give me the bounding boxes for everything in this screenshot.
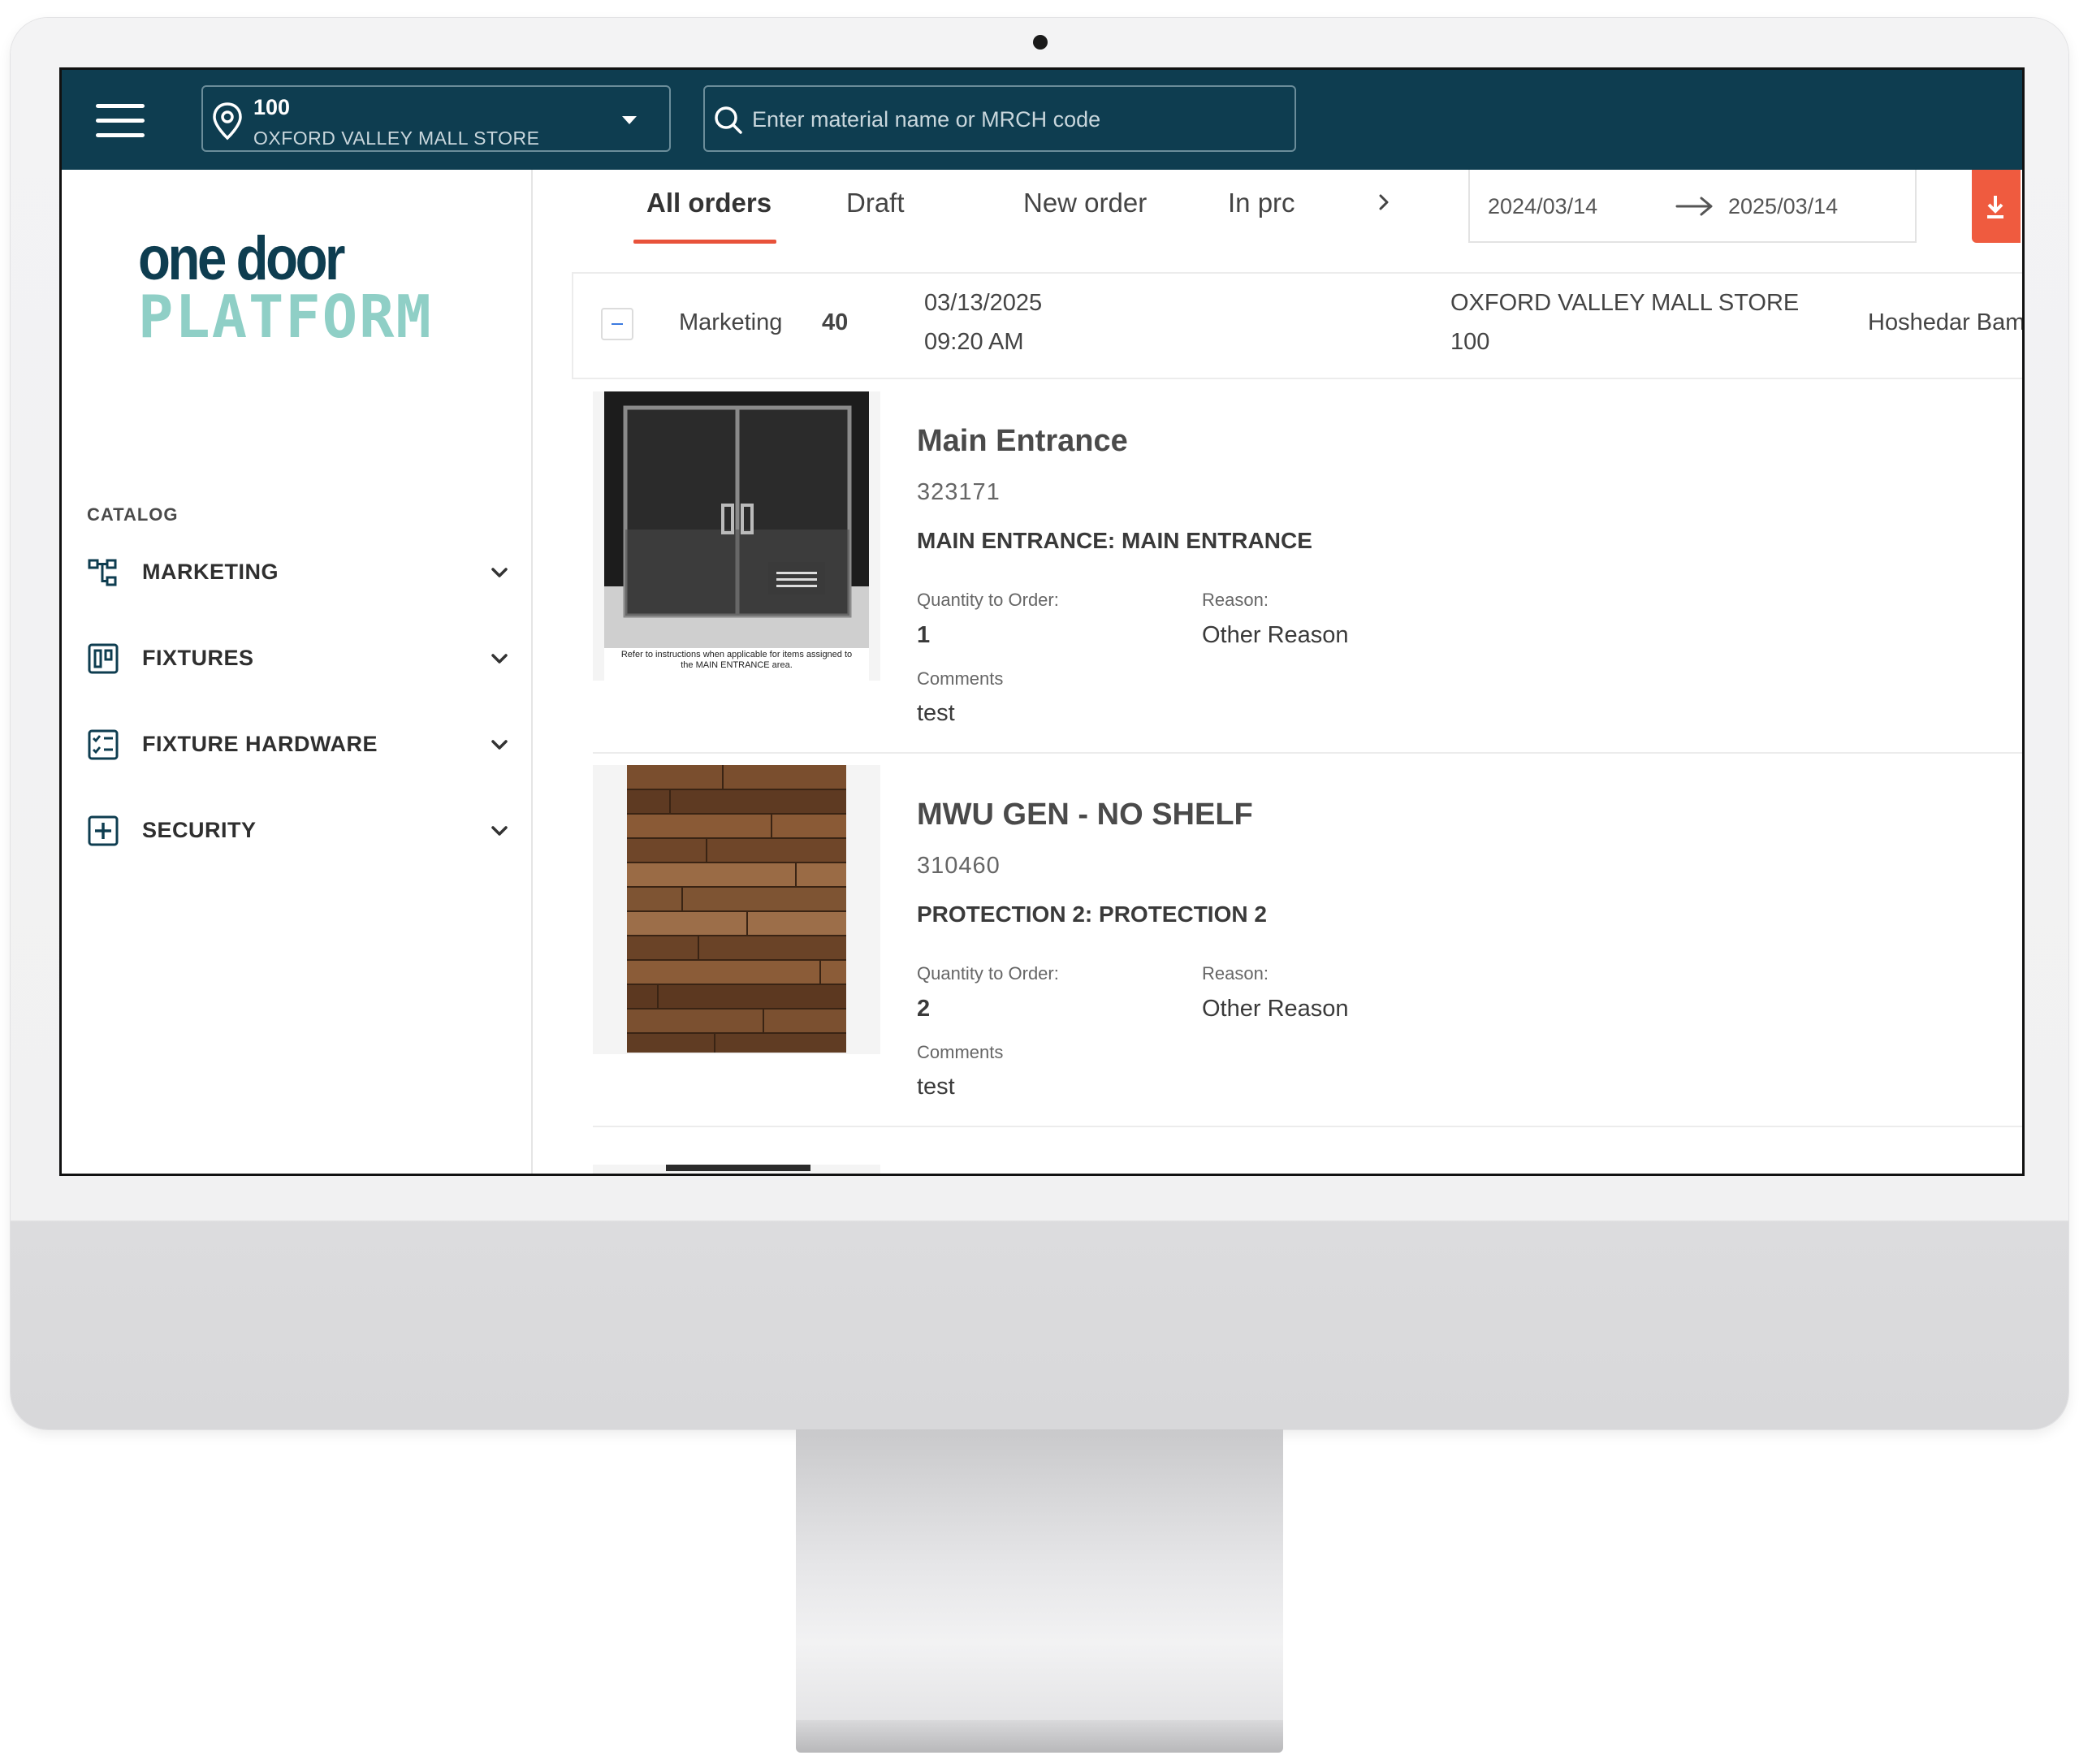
search-icon [715, 106, 742, 134]
order-store-number: 100 [1450, 329, 1490, 355]
fixture-icon [88, 643, 119, 674]
sidebar-item-label: FIXTURES [142, 646, 254, 670]
date-range-picker[interactable]: 2024/03/14 2025/03/14 [1468, 170, 1917, 243]
list-item: Refer to instructions when applicable fo… [593, 378, 2022, 754]
tab-new-order[interactable]: New order [1023, 188, 1147, 218]
chevron-down-icon [491, 654, 508, 664]
camera-dot [1033, 35, 1048, 50]
hierarchy-icon [88, 559, 117, 586]
search-input[interactable] [750, 98, 1273, 141]
comments-label: Comments [917, 668, 1004, 689]
comments-value: test [917, 1074, 955, 1100]
item-image: Refer to instructions when applicable fo… [593, 391, 880, 681]
chevron-down-icon [491, 826, 508, 836]
door-image [604, 391, 869, 681]
chevron-right-icon[interactable] [1372, 186, 1397, 218]
collapse-button[interactable] [601, 308, 633, 340]
order-row[interactable]: Marketing 40 03/13/2025 09:20 AM OXFORD … [572, 272, 2022, 379]
menu-icon[interactable] [96, 104, 145, 138]
sidebar-item-fixture-hardware[interactable]: FIXTURE HARDWARE [87, 719, 509, 767]
brand-logo: one door PLATFORM [138, 224, 433, 351]
sidebar-item-label: SECURITY [142, 818, 257, 842]
wood-panel-image [627, 765, 846, 1053]
quantity-value: 2 [917, 996, 931, 1022]
sidebar-item-label: FIXTURE HARDWARE [142, 732, 378, 756]
chevron-down-icon [491, 740, 508, 750]
download-icon [1987, 196, 2003, 218]
item-area: PROTECTION 2: PROTECTION 2 [917, 901, 1267, 927]
search-box [703, 85, 1296, 152]
reason-label: Reason: [1202, 590, 1269, 610]
reason-value: Other Reason [1202, 996, 1349, 1022]
location-pin-icon [213, 102, 242, 141]
app-screen: 100 OXFORD VALLEY MALL STORE one door PL… [59, 67, 2025, 1176]
item-area: MAIN ENTRANCE: MAIN ENTRANCE [917, 528, 1312, 553]
chevron-down-icon [491, 568, 508, 577]
order-store: OXFORD VALLEY MALL STORE [1450, 290, 1800, 316]
catalog-section-label: CATALOG [87, 504, 179, 525]
sidebar-item-label: MARKETING [142, 560, 279, 584]
store-name: OXFORD VALLEY MALL STORE [253, 128, 540, 149]
logo-line-1: one door [138, 224, 345, 293]
store-selector[interactable]: 100 OXFORD VALLEY MALL STORE [201, 85, 671, 152]
download-button[interactable] [1972, 170, 2021, 243]
plus-box-icon [88, 815, 119, 846]
sidebar: one door PLATFORM CATALOG MARKETING FIXT… [62, 170, 533, 1174]
tab-draft[interactable]: Draft [846, 188, 905, 218]
logo-line-2: PLATFORM [138, 283, 433, 351]
sidebar-item-security[interactable]: SECURITY [87, 805, 509, 854]
item-image [593, 765, 880, 1054]
arrow-right-icon [1675, 197, 1713, 216]
order-category: Marketing [679, 309, 783, 335]
checklist-icon [88, 729, 119, 760]
order-quantity: 40 [822, 309, 849, 335]
reason-label: Reason: [1202, 963, 1269, 984]
quantity-label: Quantity to Order: [917, 963, 1059, 984]
date-to: 2025/03/14 [1728, 194, 1839, 218]
date-from: 2024/03/14 [1488, 194, 1598, 218]
comments-value: test [917, 700, 955, 726]
monitor-stand-foot [796, 1720, 1283, 1753]
tab-all-orders[interactable]: All orders [646, 188, 772, 218]
monitor-stand [796, 1429, 1283, 1734]
dropdown-caret-icon [622, 116, 637, 124]
item-title: MWU GEN - NO SHELF [917, 798, 1253, 832]
quantity-label: Quantity to Order: [917, 590, 1059, 610]
list-item: MWU GEN - NO SHELF 310460 PROTECTION 2: … [593, 752, 2022, 1127]
order-time: 09:20 AM [924, 329, 1024, 355]
top-bar: 100 OXFORD VALLEY MALL STORE [62, 70, 2022, 170]
order-user: Hoshedar Bamj [1868, 309, 2025, 335]
sidebar-item-fixtures[interactable]: FIXTURES [87, 633, 509, 681]
item-image-caption: Refer to instructions when applicable fo… [620, 650, 853, 670]
reason-value: Other Reason [1202, 622, 1349, 648]
store-number: 100 [253, 95, 291, 119]
next-item-thumbnail-edge [593, 1165, 880, 1174]
main-content: All orders Draft New order In prc 2024/0… [533, 170, 2022, 1174]
comments-label: Comments [917, 1042, 1004, 1062]
item-code: 310460 [917, 853, 1001, 879]
sidebar-item-marketing[interactable]: MARKETING [87, 547, 509, 595]
tab-in-progress[interactable]: In prc [1228, 188, 1295, 218]
order-date: 03/13/2025 [924, 290, 1043, 316]
item-title: Main Entrance [917, 424, 1128, 458]
active-tab-indicator [633, 240, 776, 244]
item-code: 323171 [917, 479, 1001, 505]
quantity-value: 1 [917, 622, 931, 648]
